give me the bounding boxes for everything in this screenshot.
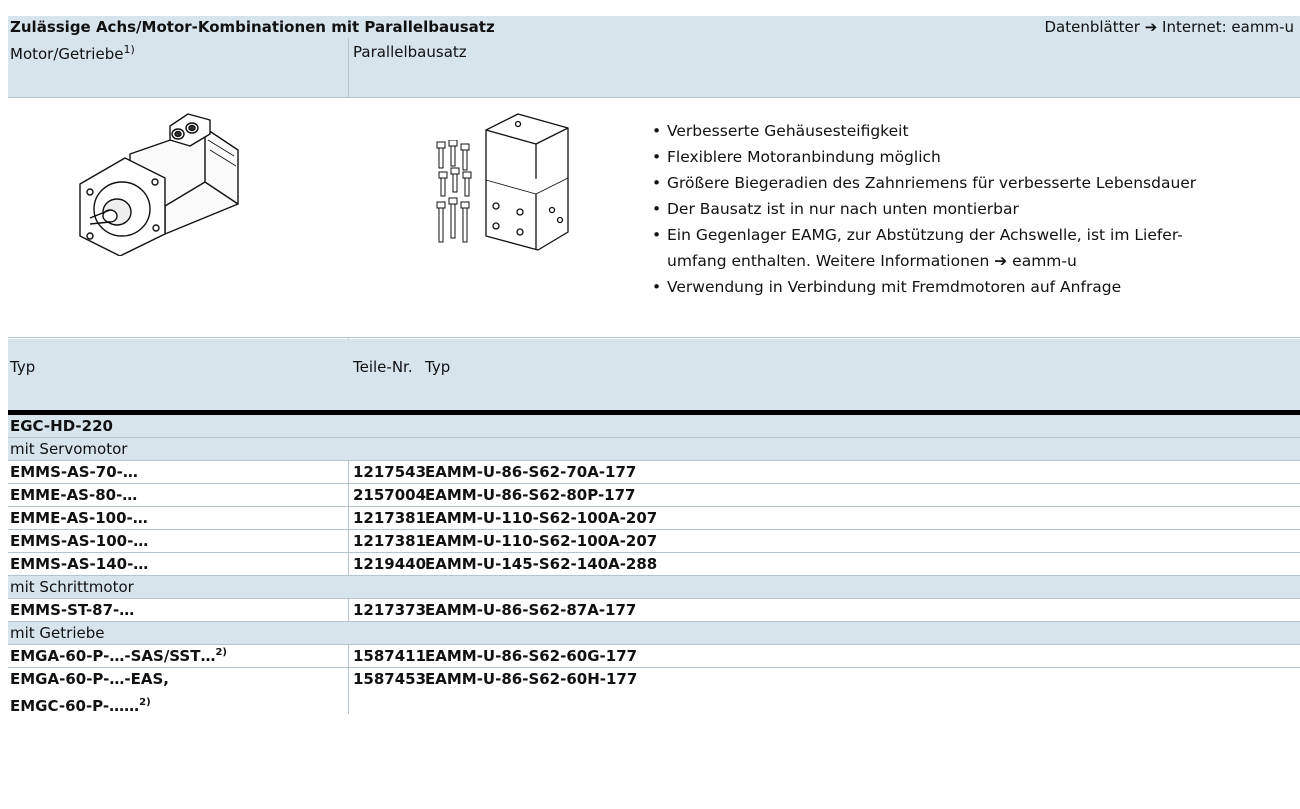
page-title: Zulässige Achs/Motor-Kombinationen mit P… <box>10 18 495 36</box>
table-row: EMGA-60-P-…-EAS, EMGC-60-P-……2) 1587453 E… <box>8 668 1300 715</box>
kit-type: EAMM-U-86-S62-87A-177 <box>425 601 637 619</box>
eamm-u-link[interactable]: eamm-u <box>1012 252 1077 270</box>
feature-item: Flexiblere Motoranbindung möglich <box>651 144 1196 170</box>
screws-image <box>436 140 472 243</box>
part-number: 1587411 <box>353 647 427 665</box>
feature-list: Verbesserte Gehäusesteifigkeit Flexibler… <box>651 118 1196 300</box>
kit-type: EAMM-U-145-S62-140A-288 <box>425 555 658 573</box>
feature-item: Verwendung in Verbindung mit Fremdmotore… <box>651 274 1196 300</box>
group-row-servo: mit Servomotor <box>8 438 1300 461</box>
motor-type: EMME-AS-80-… <box>10 486 138 504</box>
table-header: Motor/Getriebe1) Parallelbausatz <box>8 38 1300 98</box>
part-number: 1217381 <box>353 532 427 550</box>
part-number: 1217543 <box>353 463 427 481</box>
feature-text: umfang enthalten. Weitere Informationen <box>667 252 990 270</box>
feature-item: Verbesserte Gehäusesteifigkeit <box>651 118 1196 144</box>
part-number: 1587453 <box>353 670 427 688</box>
kit-type: EAMM-U-86-S62-60H-177 <box>425 670 638 688</box>
group-label: mit Schrittmotor <box>10 578 134 596</box>
header-parallel-kit: Parallelbausatz <box>353 43 467 61</box>
feature-item: Ein Gegenlager EAMG, zur Abstützung der … <box>651 222 1196 248</box>
kit-type: EAMM-U-86-S62-60G-177 <box>425 647 638 665</box>
table-row: EMME-AS-80-… 2157004 EAMM-U-86-S62-80P-1… <box>8 484 1300 507</box>
group-row-stepper: mit Schrittmotor <box>8 576 1300 599</box>
axis-row: EGC-HD-220 <box>8 415 1300 438</box>
column-divider <box>348 599 349 622</box>
title-bar: Zulässige Achs/Motor-Kombinationen mit P… <box>8 16 1300 38</box>
kit-type: EAMM-U-86-S62-70A-177 <box>425 463 637 481</box>
motor-type-text: EMGA-60-P-…-SAS/SST… <box>10 647 216 665</box>
footnote-marker: 1) <box>123 43 135 56</box>
header-motor-label: Motor/Getriebe <box>10 45 124 63</box>
feature-item: Der Bausatz ist in nur nach unten montie… <box>651 196 1196 222</box>
table-row: EMMS-AS-70-… 1217543 EAMM-U-86-S62-70A-1… <box>8 461 1300 484</box>
table-row: EMGA-60-P-…-SAS/SST…2) 1587411 EAMM-U-86… <box>8 645 1300 668</box>
datasheet-page: Zulässige Achs/Motor-Kombinationen mit P… <box>8 0 1300 809</box>
part-number: 1217373 <box>353 601 427 619</box>
table-row: EMMS-AS-140-… 1219440 EAMM-U-145-S62-140… <box>8 553 1300 576</box>
part-number: 1217381 <box>353 509 427 527</box>
footnote-marker: 2) <box>215 647 227 658</box>
motor-type: EMGA-60-P-…-SAS/SST…2) <box>10 647 227 665</box>
motor-type: EMMS-AS-70-… <box>10 463 138 481</box>
table-row: EMMS-AS-100-… 1217381 EAMM-U-110-S62-100… <box>8 530 1300 553</box>
group-row-gear: mit Getriebe <box>8 622 1300 645</box>
motor-type: EMMS-ST-87-… <box>10 601 135 619</box>
motor-type: EMME-AS-100-… <box>10 509 148 527</box>
arrow-right-icon: ➔ <box>994 252 1008 270</box>
group-label: mit Servomotor <box>10 440 128 458</box>
part-number: 1219440 <box>353 555 427 573</box>
servo-motor-image <box>79 113 239 256</box>
arrow-right-icon: ➔ <box>1144 18 1158 36</box>
header-motor-gearbox: Motor/Getriebe1) <box>10 43 135 63</box>
column-label-row: Typ Teile-Nr. Typ <box>8 339 1300 410</box>
axis-name: EGC-HD-220 <box>10 417 113 435</box>
part-number: 2157004 <box>353 486 427 504</box>
label-typ-kit: Typ <box>425 358 451 376</box>
datasheet-link-text[interactable]: Datenblätter ➔ Internet: eamm-u <box>1045 18 1295 36</box>
kit-type: EAMM-U-86-S62-80P-177 <box>425 486 636 504</box>
motor-type: EMGA-60-P-…-EAS, EMGC-60-P-……2) <box>10 668 169 718</box>
motor-type-text: EMGC-60-P-…… <box>10 697 140 715</box>
column-divider <box>348 645 349 714</box>
image-row: Verbesserte Gehäusesteifigkeit Flexibler… <box>8 98 1300 338</box>
internet-link[interactable]: Internet: eamm-u <box>1162 18 1294 36</box>
motor-type: EMMS-AS-100-… <box>10 532 149 550</box>
kit-type: EAMM-U-110-S62-100A-207 <box>425 509 658 527</box>
column-divider <box>348 461 349 576</box>
motor-type-text: EMGA-60-P-…-EAS, <box>10 670 169 688</box>
label-typ: Typ <box>10 358 36 376</box>
housing-block-image <box>485 113 569 251</box>
datasheet-label: Datenblätter <box>1044 18 1140 36</box>
footnote-marker: 2) <box>139 697 151 708</box>
table-row: EMME-AS-100-… 1217381 EAMM-U-110-S62-100… <box>8 507 1300 530</box>
label-teile-nr: Teile-Nr. <box>353 358 413 376</box>
group-label: mit Getriebe <box>10 624 105 642</box>
table-row: EMMS-ST-87-… 1217373 EAMM-U-86-S62-87A-1… <box>8 599 1300 622</box>
kit-type: EAMM-U-110-S62-100A-207 <box>425 532 658 550</box>
feature-item: Größere Biegeradien des Zahnriemens für … <box>651 170 1196 196</box>
motor-type: EMMS-AS-140-… <box>10 555 149 573</box>
feature-item-continued: umfang enthalten. Weitere Informationen … <box>651 248 1196 274</box>
